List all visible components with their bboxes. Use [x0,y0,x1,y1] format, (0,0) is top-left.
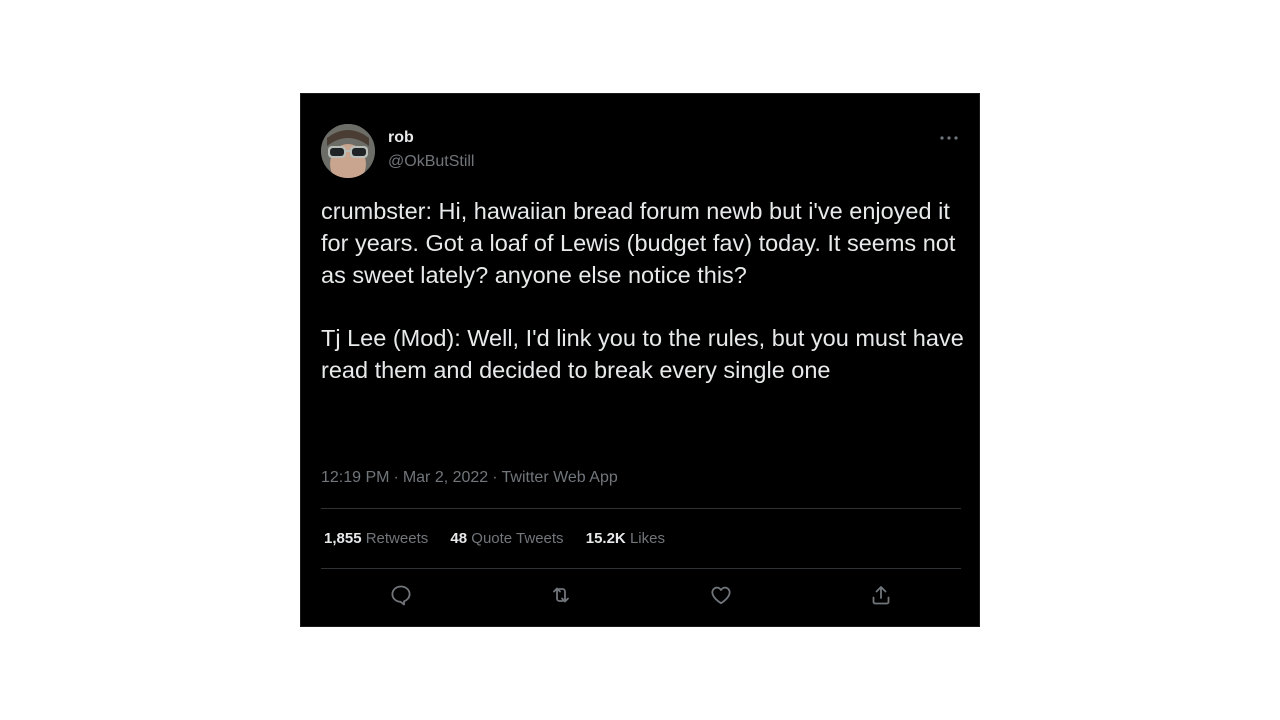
meta-separator: · [393,469,399,486]
more-icon[interactable] [937,128,961,148]
author-display-name[interactable]: rob [388,129,414,147]
reply-icon [391,585,411,606]
retweet-icon [553,587,569,603]
retweets-label: Retweets [365,530,429,547]
tweet-paragraph: crumbster: Hi, hawaiian bread forum newb… [321,198,956,288]
tweet-stats: 1,855 Retweets 48 Quote Tweets 15.2K Lik… [324,530,683,547]
avatar[interactable] [321,124,375,178]
like-icon [711,586,731,605]
like-button[interactable] [709,583,733,607]
divider [321,508,961,509]
likes-stat[interactable]: 15.2K Likes [586,530,665,547]
tweet-text: crumbster: Hi, hawaiian bread forum newb… [321,196,966,387]
tweet-card: rob @OkButStill crumbster: Hi, hawaiian … [300,93,980,627]
tweet-paragraph: Tj Lee (Mod): Well, I'd link you to the … [321,325,964,384]
quote-tweets-label: Quote Tweets [471,530,564,547]
retweets-stat[interactable]: 1,855 Retweets [324,530,428,547]
tweet-source[interactable]: Twitter Web App [502,469,618,486]
share-button[interactable] [869,583,893,607]
quote-tweets-count: 48 [450,530,468,547]
retweet-button[interactable] [549,583,573,607]
tweet-time[interactable]: 12:19 PM [321,469,389,486]
reply-button[interactable] [389,583,413,607]
share-icon [872,586,890,605]
tweet-date[interactable]: Mar 2, 2022 [403,469,488,486]
author-handle[interactable]: @OkButStill [388,153,474,171]
likes-count: 15.2K [585,530,626,547]
avatar-photo-icon [321,124,375,178]
divider [321,568,961,569]
likes-label: Likes [629,530,665,547]
retweets-count: 1,855 [324,530,362,547]
meta-separator: · [492,469,498,486]
tweet-meta: 12:19 PM · Mar 2, 2022 · Twitter Web App [321,469,618,487]
quote-tweets-stat[interactable]: 48 Quote Tweets [450,530,563,547]
